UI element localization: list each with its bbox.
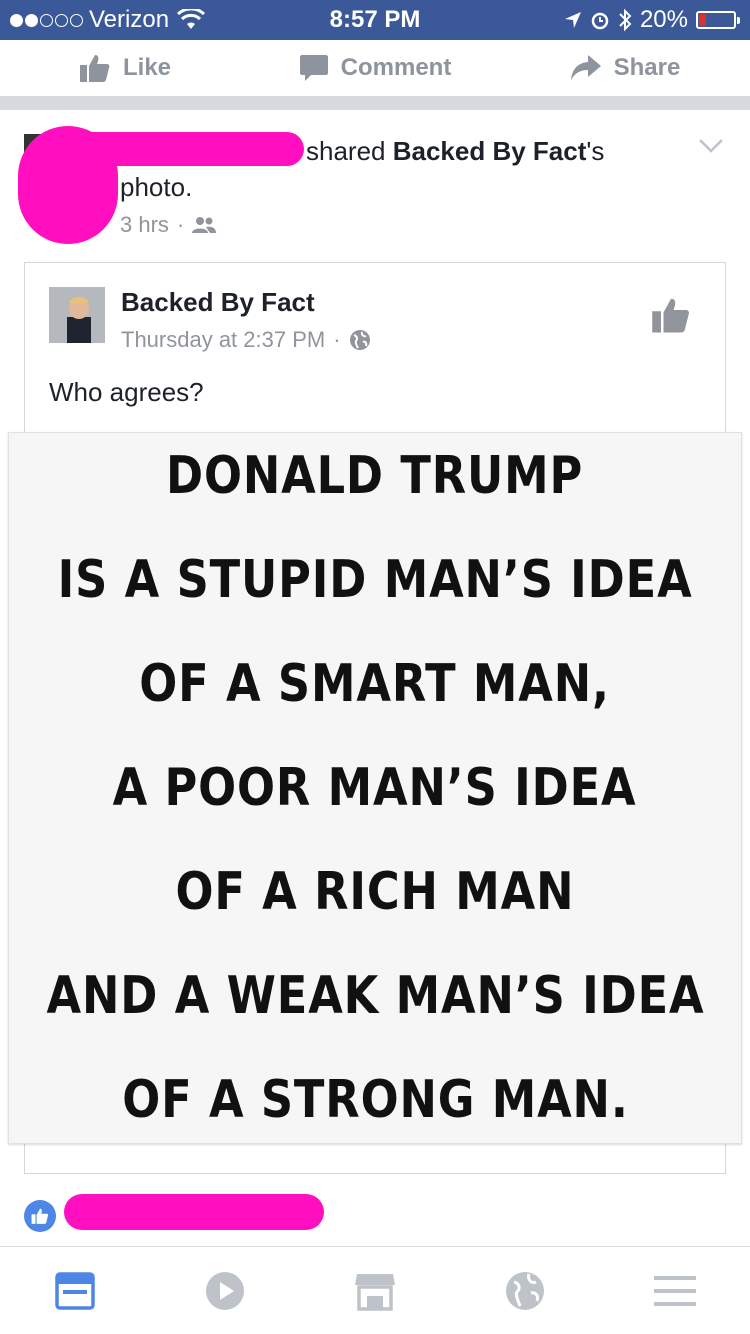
tab-news-feed[interactable] bbox=[0, 1247, 150, 1334]
tab-marketplace[interactable] bbox=[300, 1247, 450, 1334]
shared-post-header: shared Backed By Fact's photo. 3 hrs · bbox=[18, 126, 734, 244]
share-description: shared Backed By Fact's bbox=[120, 136, 604, 167]
share-label: Share bbox=[613, 54, 681, 81]
bluetooth-icon bbox=[619, 8, 632, 32]
thumbs-up-icon bbox=[79, 55, 110, 82]
like-label: Like bbox=[122, 54, 172, 81]
menu-icon bbox=[654, 1275, 696, 1306]
page-name[interactable]: Backed By Fact bbox=[121, 287, 315, 318]
redaction-scribble bbox=[64, 1194, 324, 1230]
meme-line: OF A RICH MAN bbox=[175, 862, 575, 922]
meme-line: AND A WEAK MAN’S IDEA bbox=[46, 966, 704, 1026]
card-meta: Thursday at 2:37 PM · bbox=[121, 327, 371, 353]
like-reaction-icon bbox=[24, 1200, 56, 1232]
share-button[interactable]: Share bbox=[500, 40, 750, 96]
possessive-suffix: 's bbox=[586, 136, 605, 166]
reactions-row[interactable] bbox=[24, 1188, 724, 1238]
meta-dot: · bbox=[333, 327, 341, 352]
video-icon bbox=[206, 1271, 244, 1310]
meme-line: A POOR MAN’S IDEA bbox=[113, 758, 637, 818]
like-button[interactable]: Like bbox=[0, 40, 250, 96]
battery-icon bbox=[696, 11, 740, 29]
meta-dot: · bbox=[176, 212, 185, 237]
photo-link[interactable]: photo. bbox=[120, 172, 192, 203]
shared-verb: shared bbox=[306, 136, 386, 166]
location-arrow-icon bbox=[564, 12, 581, 28]
friends-icon bbox=[192, 217, 217, 233]
battery-percent: 20% bbox=[639, 6, 688, 33]
status-icons: 20% bbox=[564, 6, 740, 34]
comment-icon bbox=[299, 55, 328, 81]
status-bar: Verizon 8:57 PM 20% bbox=[0, 0, 750, 40]
alarm-icon bbox=[591, 12, 609, 30]
post-time[interactable]: 3 hrs bbox=[120, 212, 169, 238]
bottom-tab-bar bbox=[0, 1246, 750, 1334]
feed-separator bbox=[0, 96, 750, 110]
news-feed-icon bbox=[55, 1271, 95, 1310]
comment-button[interactable]: Comment bbox=[250, 40, 500, 96]
tab-menu[interactable] bbox=[600, 1247, 750, 1334]
meme-image[interactable]: DONALD TRUMP IS A STUPID MAN’S IDEA OF A… bbox=[8, 432, 742, 1144]
comment-label: Comment bbox=[340, 54, 452, 81]
page-avatar[interactable] bbox=[49, 287, 105, 343]
globe-icon bbox=[349, 330, 370, 350]
card-time[interactable]: Thursday at 2:37 PM bbox=[121, 327, 325, 353]
marketplace-icon bbox=[355, 1273, 395, 1311]
share-arrow-icon bbox=[570, 55, 601, 80]
post-caption: Who agrees? bbox=[49, 377, 204, 407]
post-action-bar: Like Comment Share bbox=[0, 40, 750, 96]
like-page-icon[interactable] bbox=[651, 295, 691, 335]
post-meta: 3 hrs · bbox=[120, 212, 217, 238]
meme-line: IS A STUPID MAN’S IDEA bbox=[57, 550, 693, 610]
chevron-down-icon[interactable] bbox=[698, 138, 724, 154]
meme-line: OF A STRONG MAN. bbox=[121, 1070, 629, 1130]
tab-video[interactable] bbox=[150, 1247, 300, 1334]
page-link[interactable]: Backed By Fact bbox=[393, 136, 587, 166]
meme-line: OF A SMART MAN, bbox=[139, 654, 611, 714]
tab-notifications[interactable] bbox=[450, 1247, 600, 1334]
meme-line: DONALD TRUMP bbox=[166, 446, 584, 506]
notifications-globe-icon bbox=[506, 1271, 544, 1310]
